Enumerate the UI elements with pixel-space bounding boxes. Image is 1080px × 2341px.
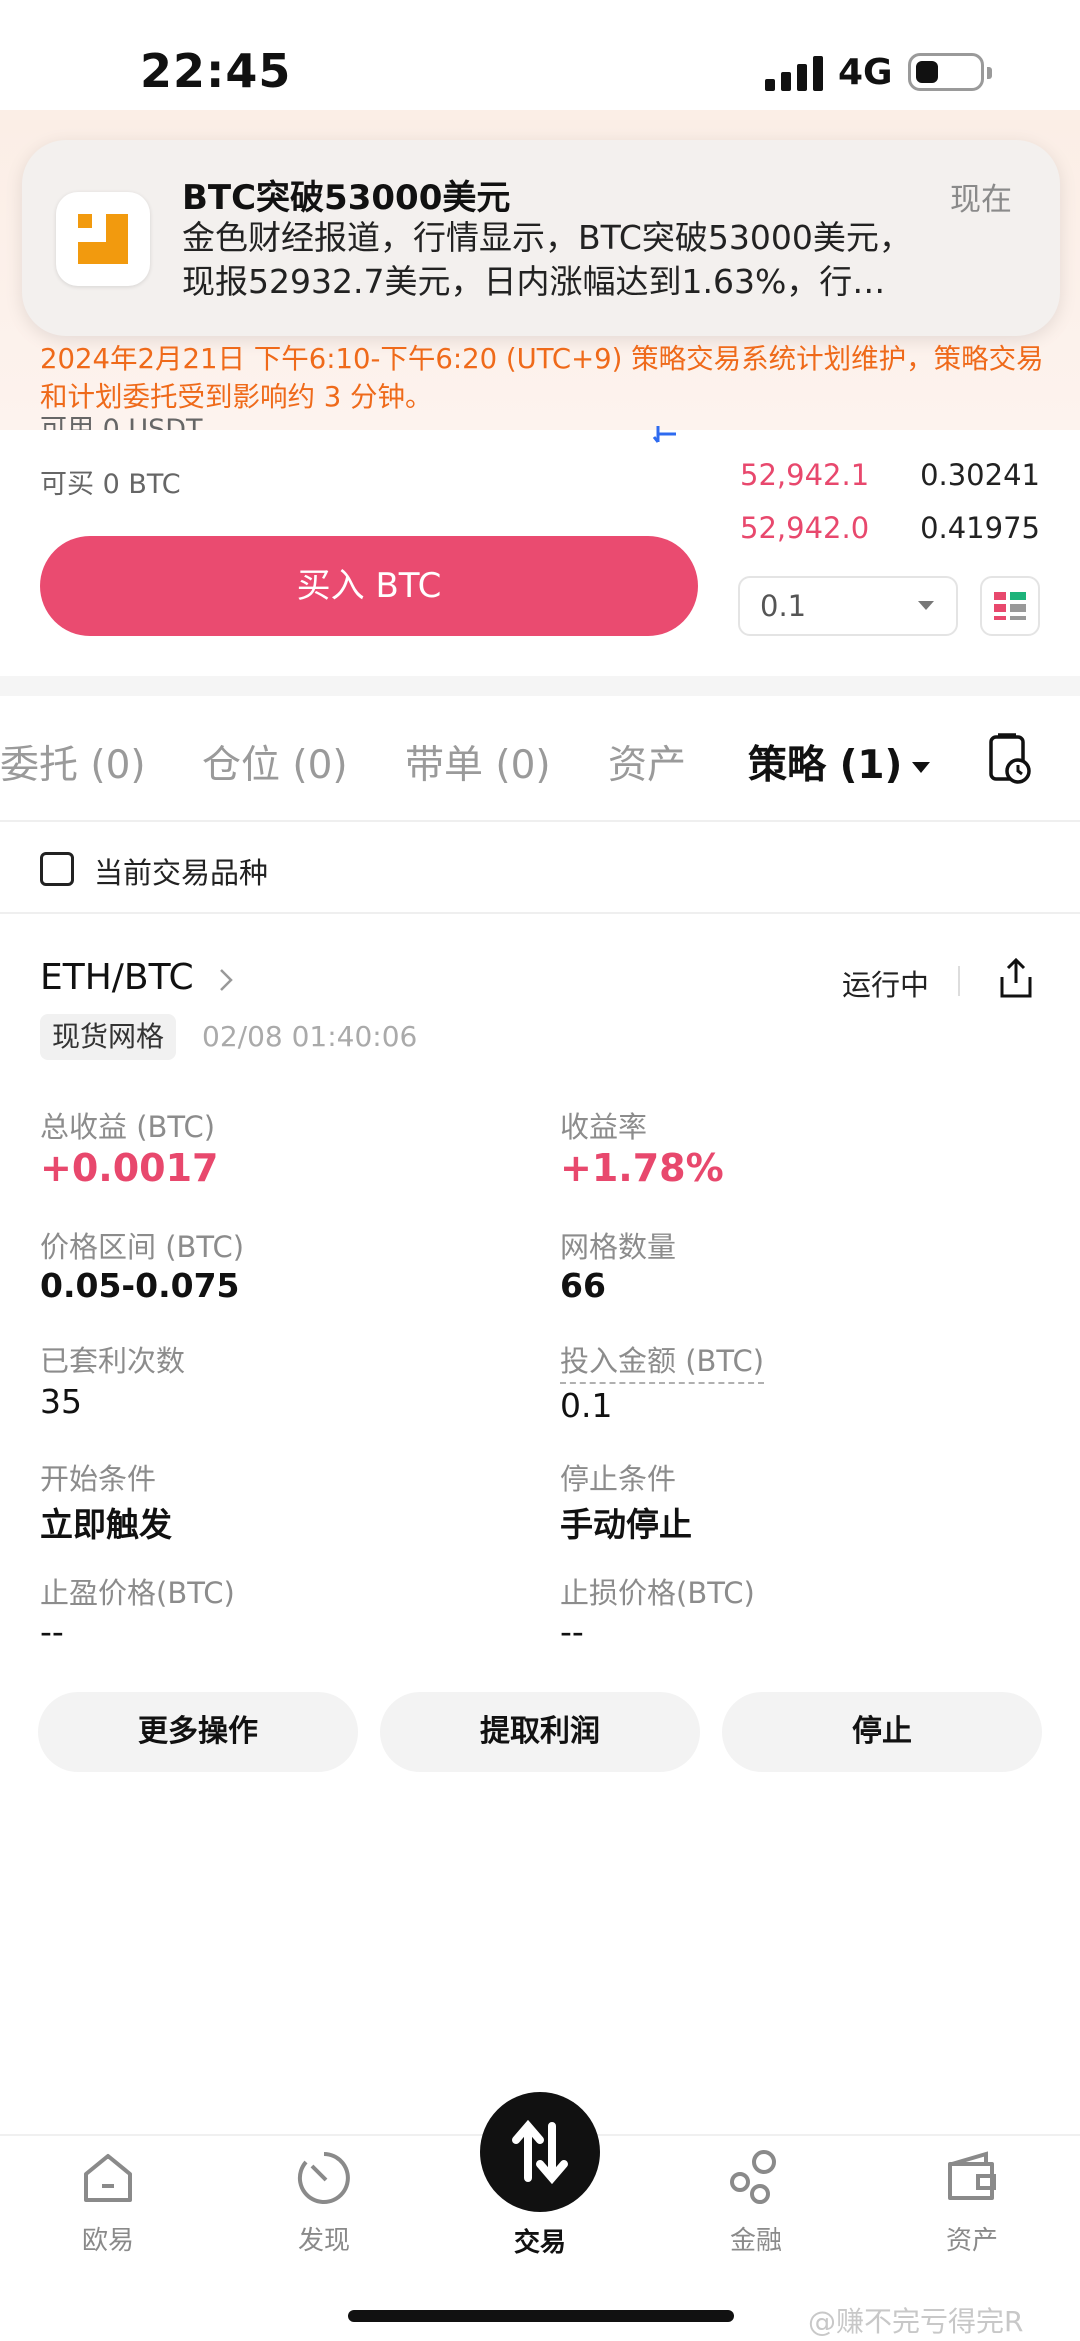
tab-strategy[interactable]: 策略 (1) <box>748 734 931 790</box>
caret-down-icon <box>912 762 931 773</box>
quantity-select-value: 0.1 <box>760 589 807 623</box>
swap-arrow-icon[interactable] <box>652 424 686 444</box>
finance-icon <box>730 2150 776 2204</box>
arbitrage-count-value: 35 <box>40 1382 82 1421</box>
notification-line: 金色财经报道，行情显示，BTC突破53000美元， <box>182 218 912 257</box>
grid-count-label: 网格数量 <box>560 1230 677 1264</box>
stop-strategy-button[interactable]: 停止 <box>722 1692 1042 1772</box>
nav-discover[interactable]: 发现 <box>244 2148 404 2257</box>
investment-label[interactable]: 投入金额 (BTC) <box>560 1338 765 1384</box>
take-profit-value: -- <box>40 1612 64 1651</box>
nav-finance-label: 金融 <box>729 2226 782 2256</box>
nav-finance[interactable]: 金融 <box>676 2148 836 2257</box>
tab-orders[interactable]: 委托 (0) <box>0 734 146 790</box>
start-condition-value: 立即触发 <box>40 1505 172 1544</box>
divider <box>958 966 960 996</box>
notification-title: BTC突破53000美元 <box>182 178 511 218</box>
wallet-icon <box>948 2151 996 2200</box>
current-pair-label: 当前交易品种 <box>94 856 269 890</box>
strategy-created-time: 02/08 01:40:06 <box>202 1020 418 1053</box>
tab-copy-trades[interactable]: 带单 (0) <box>405 734 551 790</box>
stop-condition-label: 停止条件 <box>560 1462 677 1496</box>
yield-label: 收益率 <box>560 1110 648 1144</box>
app-logo-icon <box>56 192 150 286</box>
quantity-select[interactable]: 0.1 <box>738 576 958 636</box>
arbitrage-count-label: 已套利次数 <box>40 1344 186 1378</box>
home-indicator[interactable] <box>348 2310 734 2322</box>
orderbook-layout-button[interactable] <box>980 576 1040 636</box>
grid-count-value: 66 <box>560 1266 606 1305</box>
current-pair-checkbox[interactable] <box>40 852 74 886</box>
nav-trade[interactable] <box>480 2092 600 2212</box>
strategy-pair[interactable]: ETH/BTC <box>40 957 194 998</box>
nav-assets[interactable]: 资产 <box>892 2148 1052 2257</box>
cellular-signal-icon <box>765 55 825 91</box>
battery-icon <box>908 53 992 91</box>
share-icon[interactable] <box>996 957 1036 999</box>
chevron-right-icon[interactable] <box>218 966 234 994</box>
history-clock-icon[interactable] <box>988 733 1032 785</box>
notification-body: 金色财经报道，行情显示，BTC突破53000美元， 现报52932.7美元，日内… <box>182 216 1032 304</box>
start-condition-label: 开始条件 <box>40 1462 157 1496</box>
take-profit-label: 止盈价格(BTC) <box>40 1576 235 1610</box>
divider <box>0 912 1080 914</box>
section-divider <box>0 676 1080 696</box>
discover-icon <box>297 2152 350 2204</box>
notification-time: 现在 <box>950 182 1012 218</box>
price-range-label: 价格区间 (BTC) <box>40 1230 245 1264</box>
orderbook-layout-icon <box>994 592 1026 620</box>
stop-loss-label: 止损价格(BTC) <box>560 1576 755 1610</box>
orderbook-price[interactable]: 52,942.0 <box>740 511 869 545</box>
withdraw-profit-button[interactable]: 提取利润 <box>380 1692 700 1772</box>
tab-positions[interactable]: 仓位 (0) <box>202 734 348 790</box>
nav-home[interactable]: 欧易 <box>28 2148 188 2257</box>
total-profit-value: +0.0017 <box>40 1146 219 1190</box>
tab-assets[interactable]: 资产 <box>608 734 686 790</box>
investment-value: 0.1 <box>560 1386 613 1425</box>
stop-loss-value: -- <box>560 1612 584 1651</box>
orderbook-quantity: 0.41975 <box>920 511 1040 545</box>
price-range-value: 0.05-0.075 <box>40 1266 240 1305</box>
buy-button[interactable]: 买入 BTC <box>40 536 698 636</box>
chevron-down-icon <box>918 601 934 610</box>
network-type: 4G <box>838 52 893 93</box>
divider <box>0 820 1080 822</box>
watermark: @赚不完亏得完R <box>808 2305 1024 2338</box>
nav-home-label: 欧易 <box>81 2226 134 2256</box>
orderbook-quantity: 0.30241 <box>920 458 1040 492</box>
nav-discover-label: 发现 <box>297 2226 350 2256</box>
total-profit-label: 总收益 (BTC) <box>40 1110 216 1144</box>
yield-value: +1.78% <box>560 1146 724 1190</box>
orderbook-price[interactable]: 52,942.1 <box>740 458 869 492</box>
trade-swap-icon <box>512 2119 568 2185</box>
maintenance-banner: 2024年2月21日 下午6:10-下午6:20 (UTC+9) 策略交易系统计… <box>40 343 1044 413</box>
available-btc: 可买 0 BTC <box>40 469 181 500</box>
tab-strategy-label: 策略 (1) <box>748 743 903 788</box>
stop-condition-value: 手动停止 <box>560 1505 692 1544</box>
nav-trade-label[interactable]: 交易 <box>480 2222 600 2259</box>
home-icon <box>84 2154 132 2202</box>
strategy-type-tag: 现货网格 <box>40 1014 177 1060</box>
available-usdt: 可用 0 USDT <box>40 414 203 430</box>
nav-assets-label: 资产 <box>945 2226 998 2256</box>
more-actions-button[interactable]: 更多操作 <box>38 1692 358 1772</box>
status-time: 22:45 <box>140 44 292 98</box>
strategy-status: 运行中 <box>842 968 930 1002</box>
notification-line: 现报52932.7美元，日内涨幅达到1.63%，行… <box>182 262 886 301</box>
